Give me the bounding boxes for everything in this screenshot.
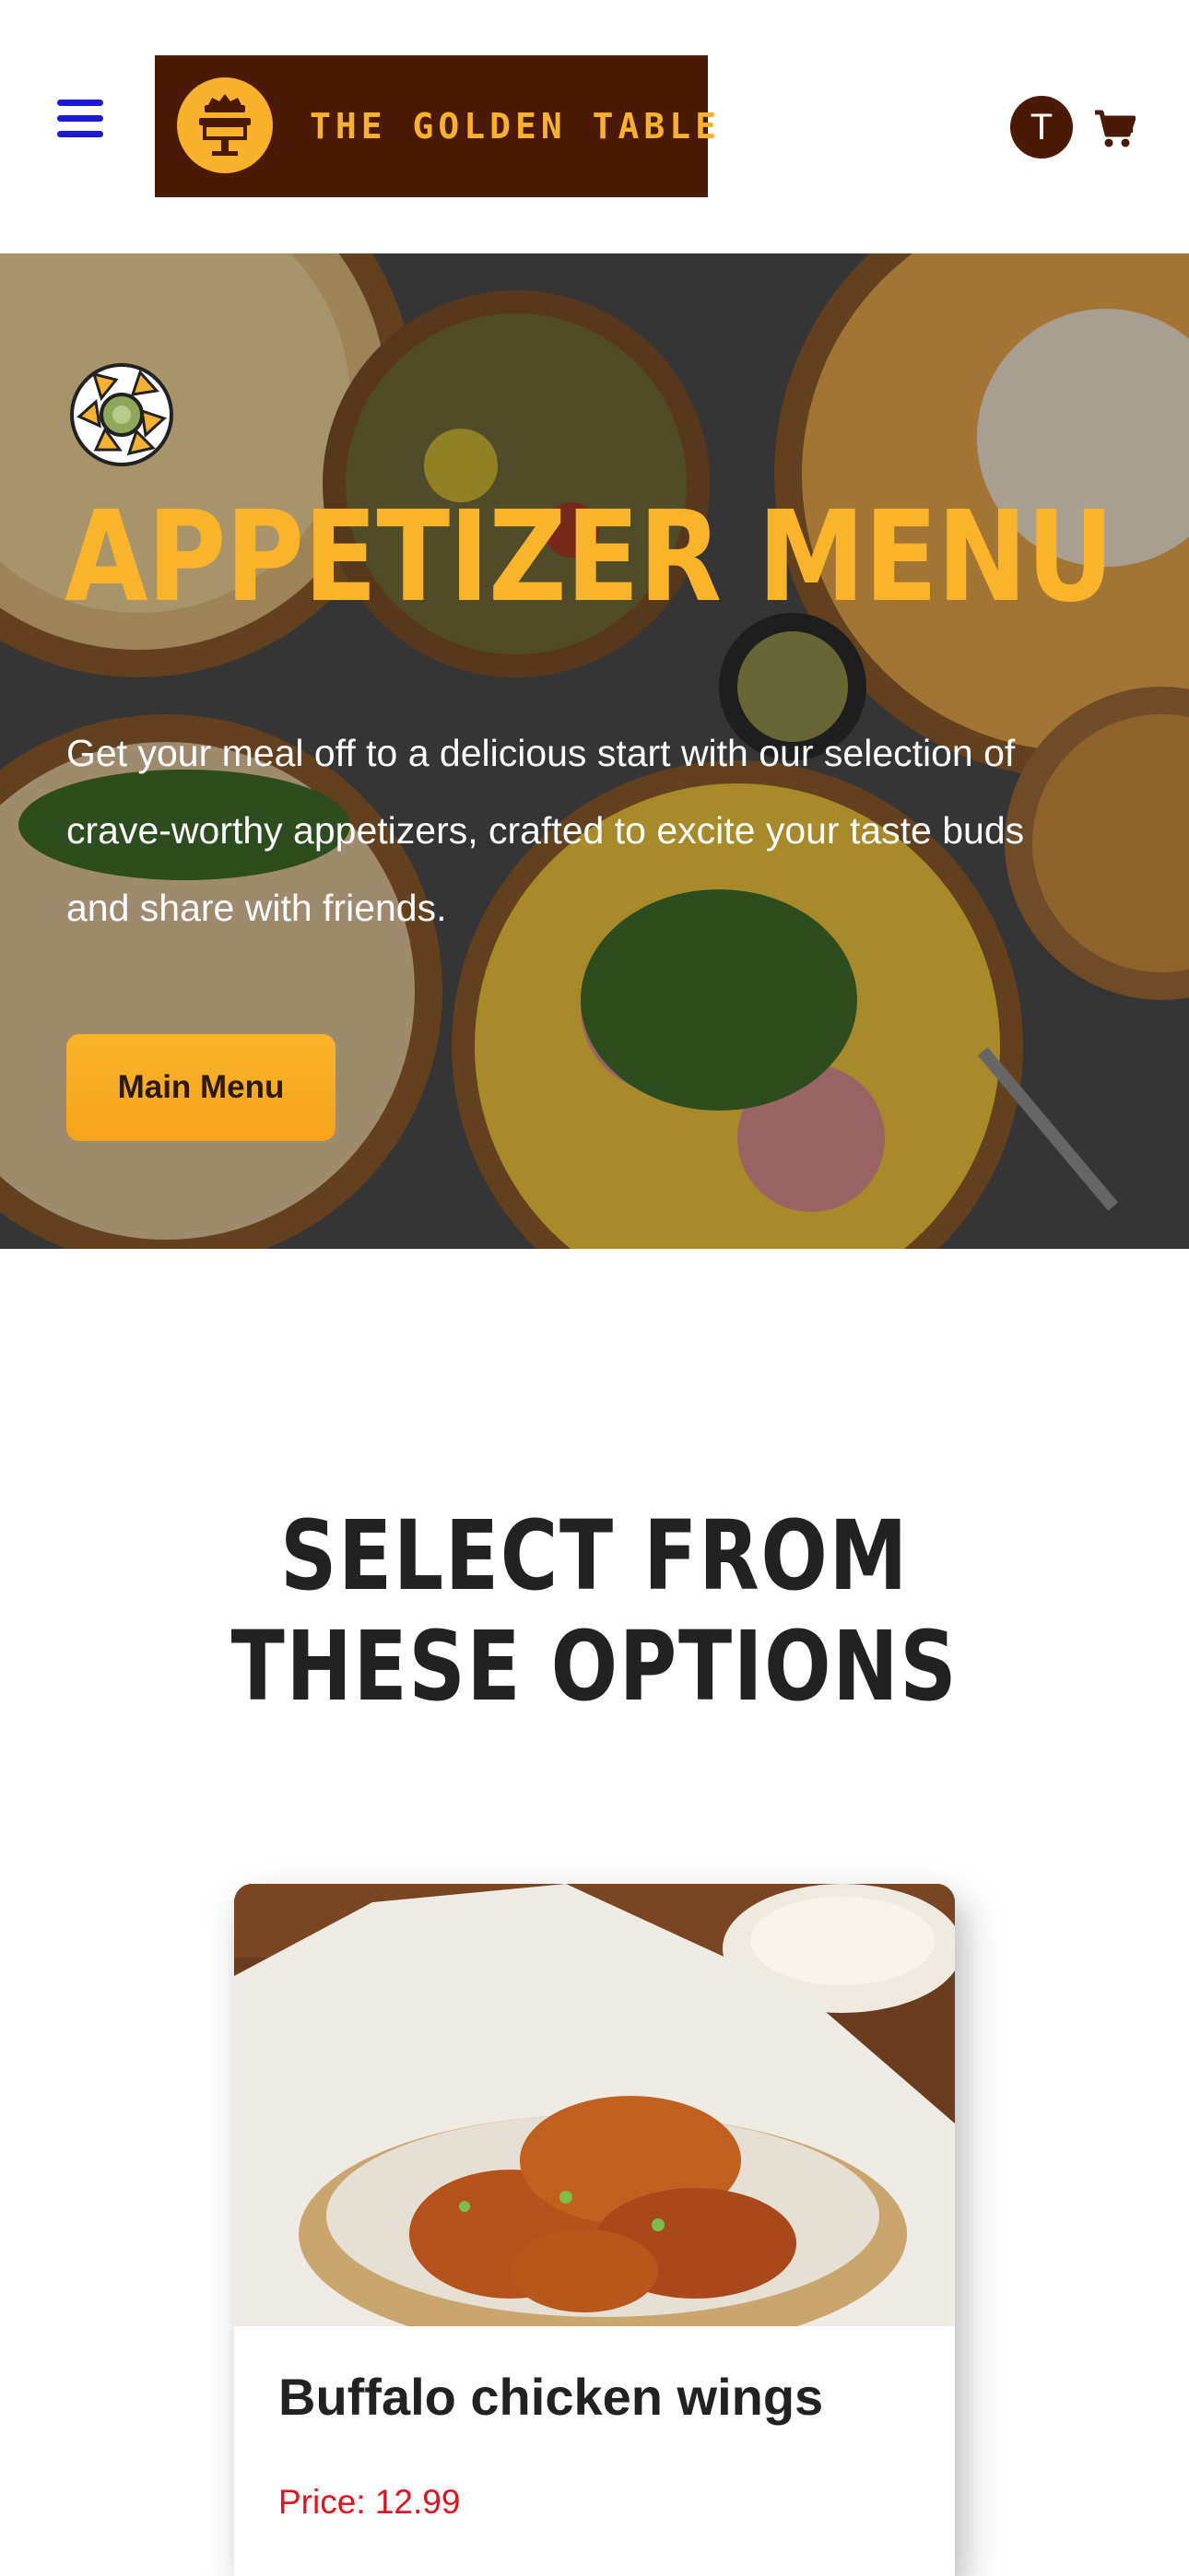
section-title: SELECT FROM THESE OPTIONS — [0, 1500, 1189, 1722]
cart-icon[interactable] — [1093, 109, 1136, 149]
menu-item-price: Price: 12.99 — [278, 2483, 461, 2521]
menu-item-name: Buffalo chicken wings — [278, 2368, 824, 2426]
hero-description: Get your meal off to a delicious start w… — [66, 732, 1025, 929]
hamburger-menu-icon[interactable] — [57, 100, 107, 144]
user-avatar[interactable]: T — [1010, 96, 1073, 159]
section-title-text: SELECT FROM THESE OPTIONS — [230, 1500, 959, 1723]
hero-banner: APPETIZER MENU Get your meal off to a de… — [0, 253, 1189, 1249]
menu-item-card[interactable]: Buffalo chicken wings Price: 12.99 — [234, 1884, 955, 2576]
buffalo-wings-image — [234, 1884, 955, 2326]
nachos-icon — [68, 361, 175, 468]
main-menu-button[interactable]: Main Menu — [66, 1034, 336, 1141]
logo-table-icon — [177, 77, 273, 173]
brand-name: THE GOLDEN TABLE — [310, 106, 722, 147]
site-header: THE GOLDEN TABLE T — [0, 0, 1189, 253]
brand-logo[interactable]: THE GOLDEN TABLE — [155, 55, 716, 197]
hero-title: APPETIZER MENU — [65, 485, 1114, 630]
